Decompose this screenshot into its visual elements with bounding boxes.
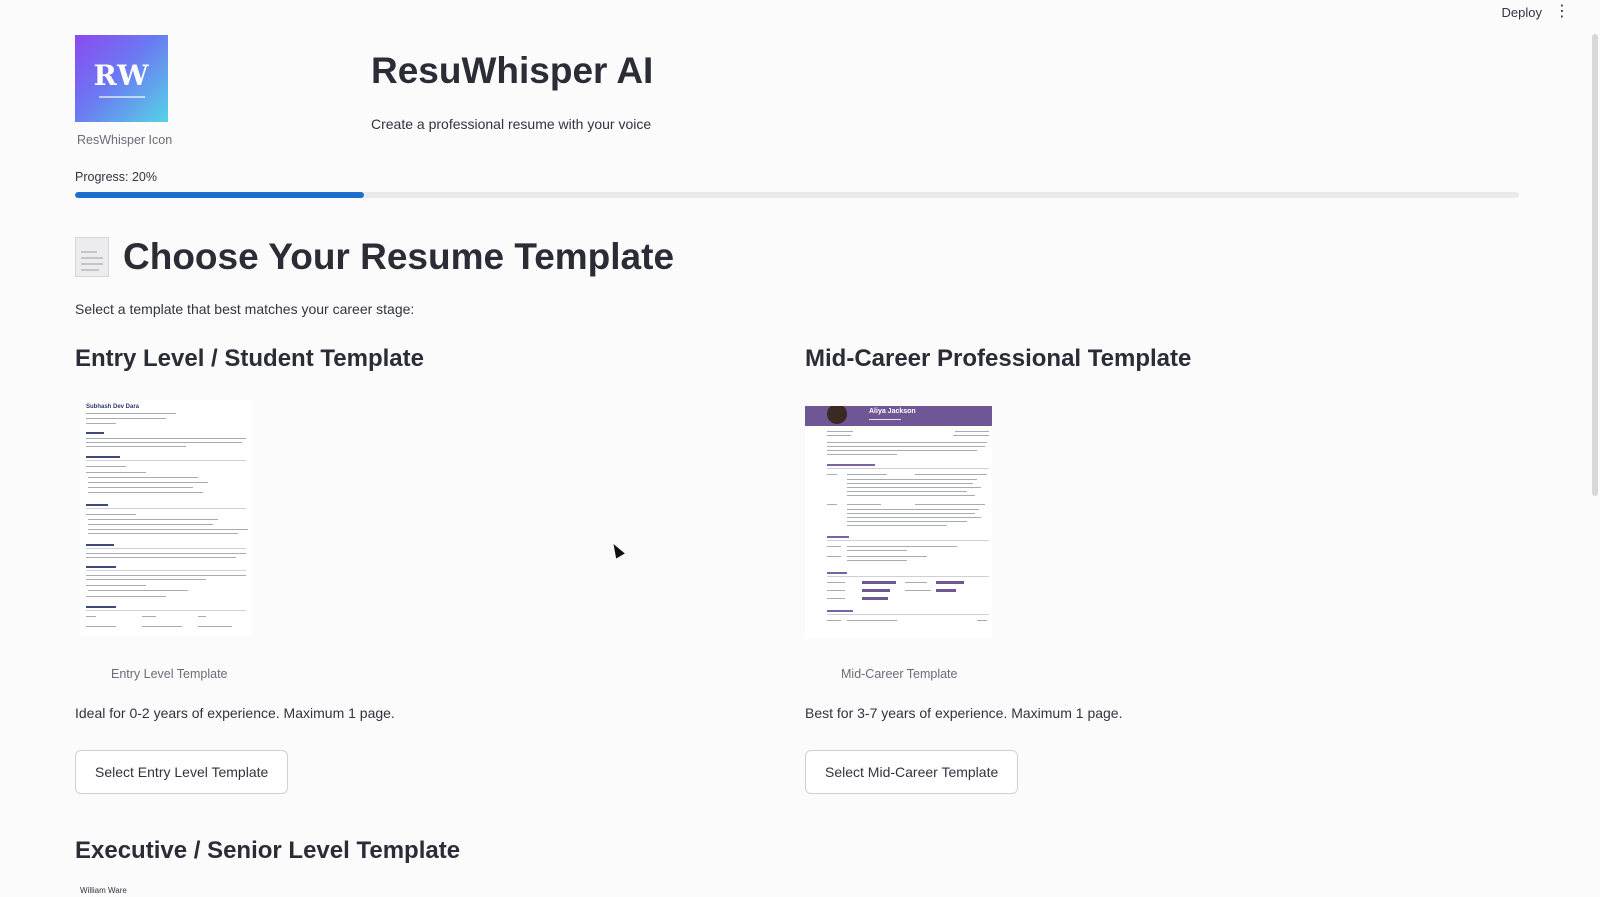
app-logo: RW: [75, 35, 168, 122]
select-entry-template-button[interactable]: Select Entry Level Template: [75, 750, 289, 794]
mouse-cursor-icon: [609, 541, 625, 559]
entry-template-caption: Entry Level Template: [111, 667, 228, 681]
select-mid-template-button[interactable]: Select Mid-Career Template: [805, 750, 1019, 794]
progress-fill: [75, 192, 364, 198]
mid-template-description: Best for 3-7 years of experience. Maximu…: [805, 705, 1123, 721]
mid-template-preview[interactable]: Aliya Jackson: [805, 406, 992, 638]
progress-bar: [75, 192, 1519, 198]
document-icon: [75, 237, 109, 277]
mid-template-title: Mid-Career Professional Template: [805, 345, 1192, 372]
logo-underline: [98, 96, 145, 98]
executive-preview-name: William Ware: [80, 886, 127, 895]
scrollbar[interactable]: [1592, 34, 1598, 496]
page-title: Choose Your Resume Template: [123, 236, 675, 277]
mid-preview-name: Aliya Jackson: [869, 408, 916, 415]
executive-template-title: Executive / Senior Level Template: [75, 837, 461, 864]
app-title: ResuWhisper AI: [371, 50, 654, 91]
page-heading: Choose Your Resume Template: [75, 236, 674, 278]
app-subtitle: Create a professional resume with your v…: [371, 116, 652, 132]
page-description: Select a template that best matches your…: [75, 301, 415, 317]
entry-template-description: Ideal for 0-2 years of experience. Maxim…: [75, 705, 395, 721]
entry-template-preview[interactable]: Subhash Dev Dara: [80, 400, 252, 636]
deploy-button[interactable]: Deploy: [1502, 5, 1542, 20]
progress-label: Progress: 20%: [75, 170, 157, 184]
logo-text: RW: [93, 59, 150, 92]
logo-caption: ResWhisper Icon: [77, 133, 173, 147]
more-menu-icon[interactable]: ⋮: [1554, 4, 1570, 20]
entry-preview-name: Subhash Dev Dara: [86, 404, 140, 410]
entry-template-title: Entry Level / Student Template: [75, 345, 424, 372]
mid-template-caption: Mid-Career Template: [841, 667, 958, 681]
